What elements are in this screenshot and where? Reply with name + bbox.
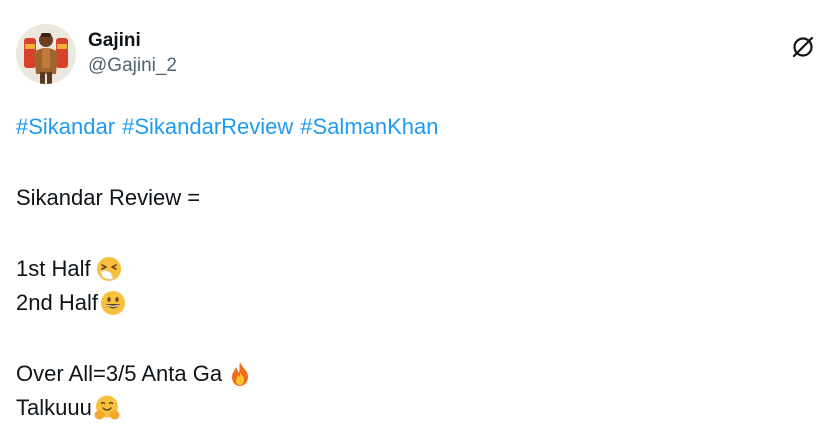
user-handle[interactable]: @Gajini_2 — [88, 53, 177, 79]
talkuuu-line: Talkuuu — [16, 391, 446, 425]
first-half-text: 1st Half — [16, 256, 91, 281]
second-half-line: 2nd Half — [16, 286, 446, 320]
author-names: Gajini @Gajini_2 — [88, 29, 177, 79]
hashtag-line: #Sikandar #SikandarReview #SalmanKhan — [16, 110, 446, 144]
avatar[interactable] — [16, 24, 76, 84]
tweet-header: Gajini @Gajini_2 — [16, 24, 177, 84]
hashtag-link[interactable]: #Sikandar — [16, 110, 115, 144]
hashtag-link[interactable]: #SikandarReview — [122, 110, 293, 144]
tweet-text: #Sikandar #SikandarReview #SalmanKhan Si… — [16, 110, 446, 425]
tweet-card: Gajini @Gajini_2 #Sikandar #SikandarRevi… — [0, 0, 829, 439]
grok-slashed-circle-icon[interactable] — [788, 32, 818, 62]
fire-emoji — [226, 360, 254, 388]
grinning-face-emoji — [99, 289, 127, 317]
first-half-line: 1st Half — [16, 252, 446, 286]
second-half-text: 2nd Half — [16, 290, 98, 315]
review-label: Sikandar Review = — [16, 185, 201, 210]
avatar-image — [16, 24, 76, 84]
display-name[interactable]: Gajini — [88, 29, 177, 53]
hugging-face-emoji — [93, 394, 121, 422]
overall-line: Over All=3/5 Anta Ga — [16, 357, 446, 391]
sneezing-face-emoji — [95, 255, 123, 283]
overall-text: Over All=3/5 Anta Ga — [16, 361, 223, 386]
review-line: Sikandar Review = — [16, 181, 446, 215]
talkuuu-text: Talkuuu — [16, 395, 92, 420]
hashtag-link[interactable]: #SalmanKhan — [300, 110, 438, 144]
